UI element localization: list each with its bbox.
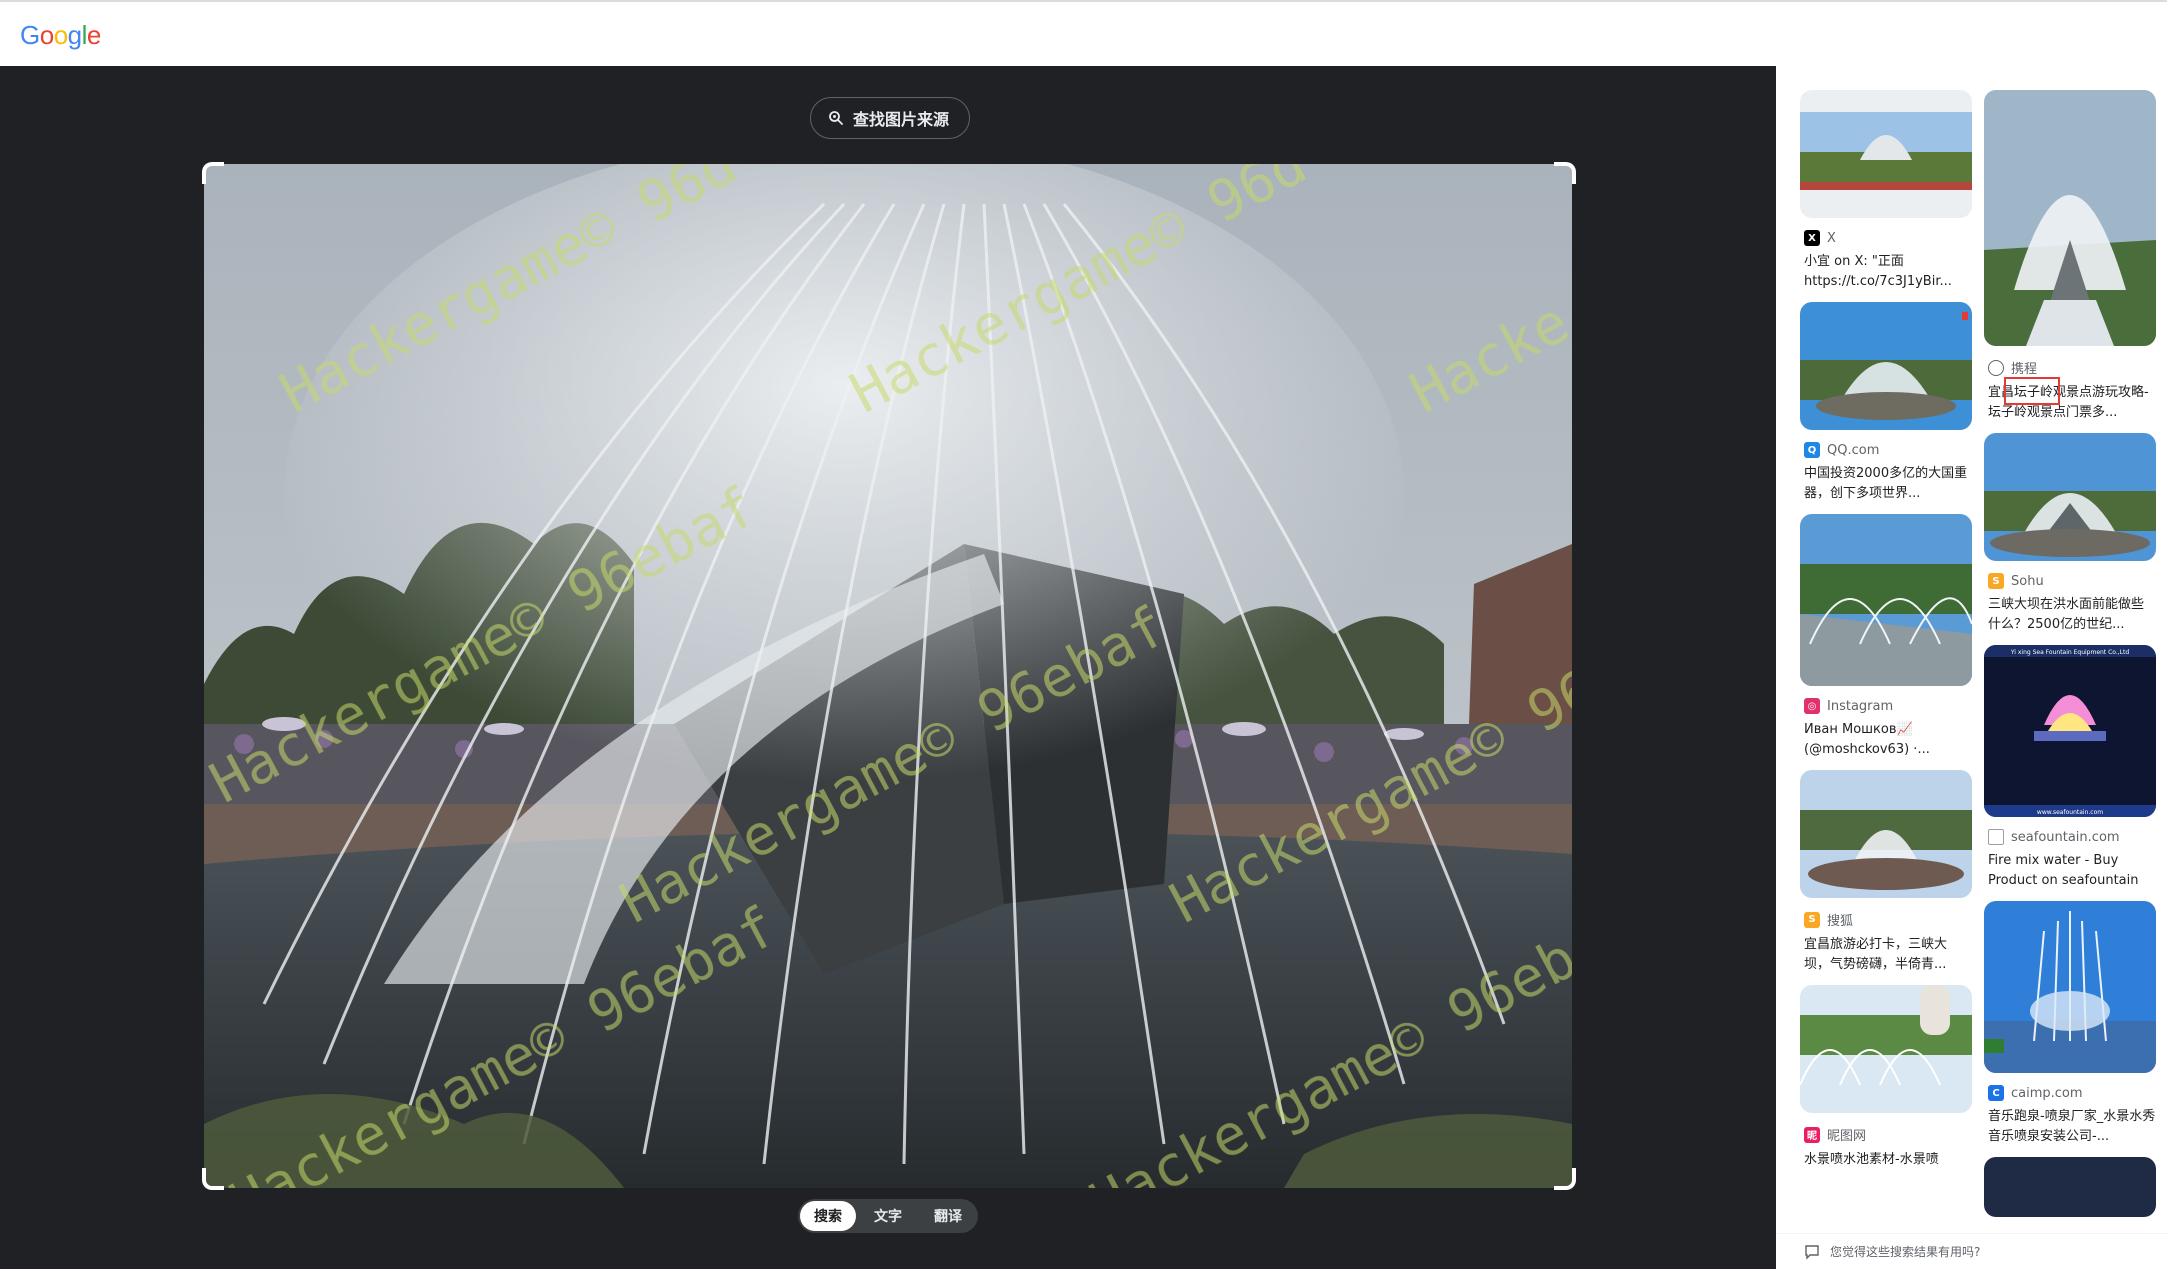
logo-letter: e xyxy=(86,20,101,50)
result-source: 搜狐 xyxy=(1827,914,1854,929)
result-card[interactable] xyxy=(1984,1157,2156,1217)
result-card[interactable]: Ccaimp.com 音乐跑泉-喷泉厂家_水景水秀音乐喷泉安装公司-... xyxy=(1984,901,2156,1147)
result-thumbnail xyxy=(1800,90,1972,218)
result-thumbnail xyxy=(1800,514,1972,686)
crop-handle-bottom-right[interactable] xyxy=(1554,1168,1576,1190)
x-logo-icon: X xyxy=(1804,230,1820,246)
result-thumbnail xyxy=(1984,433,2156,561)
tab-text[interactable]: 文字 xyxy=(860,1201,916,1231)
result-card[interactable]: ◎ Instagram Иван Мошков📈 (@moshckov63) ·.… xyxy=(1800,514,1972,760)
tab-search[interactable]: 搜索 xyxy=(800,1201,856,1231)
results-column-left: XX 小宜 on X: "正面 https://t.co/7c3J1yBir..… xyxy=(1800,90,1972,1200)
result-card[interactable]: S Sohu 三峡大坝在洪水面前能做些什么？2500亿的世纪... xyxy=(1984,433,2156,635)
instagram-logo-icon: ◎ xyxy=(1804,698,1820,714)
find-image-source-label: 查找图片来源 xyxy=(853,110,950,129)
feedback-bar[interactable]: 您觉得这些搜索结果有用吗? xyxy=(1776,1233,2167,1269)
result-card[interactable]: S 搜狐 宜昌旅游必打卡，三峡大坝，气势磅礴，半倚青... xyxy=(1800,770,1972,975)
result-thumbnail: Yi xing Sea Fountain Equipment Co.,Ltd ww… xyxy=(1984,645,2156,817)
crop-handle-bottom-left[interactable] xyxy=(202,1168,224,1190)
top-bar: Google xyxy=(0,0,2167,66)
result-source: Sohu xyxy=(2011,573,2044,589)
lens-search-icon xyxy=(829,111,843,125)
result-thumbnail xyxy=(1984,90,2156,346)
result-source: 昵图网 xyxy=(1827,1129,1867,1144)
result-title: 中国投资2000多亿的大国重器，创下多项世界... xyxy=(1804,466,1968,501)
result-title: 三峡大坝在洪水面前能做些什么？2500亿的世纪... xyxy=(1988,597,2145,632)
crop-handle-top-left[interactable] xyxy=(202,162,224,184)
crop-handle-top-right[interactable] xyxy=(1554,162,1576,184)
result-source: Instagram xyxy=(1827,698,1894,714)
result-title: 小宜 on X: "正面 https://t.co/7c3J1yBir... xyxy=(1804,254,1952,289)
result-title: 音乐跑泉-喷泉厂家_水景水秀音乐喷泉安装公司-... xyxy=(1988,1109,2156,1144)
page-icon xyxy=(1988,829,2004,845)
result-card[interactable]: XX 小宜 on X: "正面 https://t.co/7c3J1yBir..… xyxy=(1800,90,1972,292)
fountain-photo: Hackergame© 96d Hackergame© 96d Hacke Ha… xyxy=(204,164,1572,1188)
qq-logo-icon: Q xyxy=(1804,442,1820,458)
lens-mode-tabs: 搜索 文字 翻译 xyxy=(798,1199,978,1233)
globe-icon xyxy=(1988,359,2004,376)
result-card[interactable]: 昵昵图网 水景喷水池素材-水景喷 xyxy=(1800,985,1972,1190)
image-viewer: 查找图片来源 Hackergame© 96d Hackergame© 96d H… xyxy=(0,66,1776,1269)
google-logo[interactable]: Google xyxy=(20,20,101,51)
feedback-icon xyxy=(1805,1244,1819,1260)
result-title: Fire mix water - Buy Product on seafount… xyxy=(1988,853,2139,888)
logo-letter: G xyxy=(20,20,40,50)
sohu-logo-icon: S xyxy=(1804,911,1820,928)
result-thumbnail xyxy=(1984,901,2156,1073)
result-title: 宜昌旅游必打卡，三峡大坝，气势磅礴，半倚青... xyxy=(1804,937,1948,972)
result-card[interactable]: Yi xing Sea Fountain Equipment Co.,Ltd ww… xyxy=(1984,645,2156,891)
sohu-logo-icon: S xyxy=(1988,573,2004,589)
logo-letter: g xyxy=(67,20,82,50)
feedback-label: 您觉得这些搜索结果有用吗? xyxy=(1830,1245,1981,1259)
tab-translate[interactable]: 翻译 xyxy=(920,1201,976,1231)
logo-letter: o xyxy=(53,20,68,50)
seafountain-banner: Yi xing Sea Fountain Equipment Co.,Ltd xyxy=(2010,649,2130,656)
result-thumbnail xyxy=(1800,985,1972,1113)
result-thumbnail xyxy=(1800,770,1972,898)
results-column-right: 携程 宜昌坛子岭观景点游玩攻略-坛子岭观景点门票多... S Sohu 三峡大坝在… xyxy=(1984,90,2156,1227)
result-source: caimp.com xyxy=(2011,1085,2083,1101)
result-thumbnail xyxy=(1800,302,1972,430)
result-thumbnail xyxy=(1984,1157,2156,1217)
highlight-box xyxy=(2004,377,2060,405)
caimp-logo-icon: C xyxy=(1988,1085,2004,1101)
result-card[interactable]: 携程 宜昌坛子岭观景点游玩攻略-坛子岭观景点门票多... xyxy=(1984,90,2156,423)
seafountain-url: www.seafountain.com xyxy=(2037,809,2103,816)
visual-matches-panel: XX 小宜 on X: "正面 https://t.co/7c3J1yBir..… xyxy=(1776,66,2167,1269)
logo-letter: o xyxy=(39,20,54,50)
result-source: QQ.com xyxy=(1827,442,1880,458)
result-card[interactable]: Q QQ.com 中国投资2000多亿的大国重器，创下多项世界... xyxy=(1800,302,1972,504)
result-source: X xyxy=(1827,230,1836,246)
result-source: 携程 xyxy=(2011,362,2038,377)
uploaded-image[interactable]: Hackergame© 96d Hackergame© 96d Hacke Ha… xyxy=(204,164,1572,1188)
nipic-logo-icon: 昵 xyxy=(1804,1126,1820,1143)
result-title: Иван Мошков📈 (@moshckov63) ·... xyxy=(1804,722,1930,757)
result-source: seafountain.com xyxy=(2011,829,2120,845)
result-title: 水景喷水池素材-水景喷 xyxy=(1804,1152,1939,1167)
find-image-source-button[interactable]: 查找图片来源 xyxy=(810,97,971,139)
